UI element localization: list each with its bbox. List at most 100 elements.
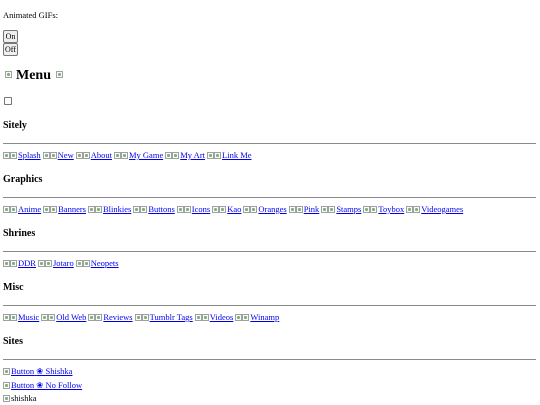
- section-links-misc: Music Old Web Reviews Tumblr Tags Videos Wina…: [3, 312, 281, 322]
- nav-link-about[interactable]: About: [75, 150, 112, 160]
- site-entry: Button ❀ Shishka: [3, 366, 72, 377]
- nav-link-ddr[interactable]: DDR: [3, 258, 36, 268]
- nav-link-jotaro[interactable]: Jotaro: [37, 258, 74, 268]
- broken-image-icon: [172, 152, 180, 159]
- broken-image-icon: [406, 206, 414, 213]
- broken-image-icon: [194, 314, 202, 321]
- nav-link-label: Oranges: [258, 204, 287, 214]
- nav-link-label: Blinkies: [103, 204, 132, 214]
- section-divider: [3, 305, 536, 306]
- gifs-on-button[interactable]: On: [3, 30, 18, 43]
- nav-link-label: Jotaro: [52, 258, 74, 268]
- nav-link-label: Splash: [18, 150, 41, 160]
- broken-image-icon: [95, 206, 102, 213]
- nav-link-toybox[interactable]: Toybox: [363, 204, 404, 214]
- broken-image-icon: [113, 152, 121, 159]
- broken-image-icon: [10, 206, 17, 213]
- nav-link-winamp[interactable]: Winamp: [235, 312, 279, 322]
- nav-link-label: Link Me: [222, 150, 252, 160]
- site-button-alt: Button: [11, 380, 35, 390]
- nav-link-link-me[interactable]: Link Me: [207, 150, 252, 160]
- nav-link-videos[interactable]: Videos: [194, 312, 233, 322]
- nav-link-label: Toybox: [378, 204, 405, 214]
- nav-link-label: Stamps: [336, 204, 362, 214]
- nav-link-label: DDR: [18, 258, 36, 268]
- nav-link-oranges[interactable]: Oranges: [243, 204, 287, 214]
- broken-image-icon: [133, 206, 141, 213]
- broken-image-icon: [10, 260, 17, 267]
- broken-image-icon: [214, 152, 222, 159]
- nav-link-my-game[interactable]: My Game: [113, 150, 164, 160]
- broken-image-icon: [212, 206, 220, 213]
- broken-image-icon: [413, 206, 421, 213]
- broken-image-icon: [363, 206, 371, 213]
- nav-link-label: Pink: [303, 204, 320, 214]
- menu-title: Menu: [16, 68, 51, 83]
- nav-link-kao[interactable]: Kao: [212, 204, 241, 214]
- nav-link-label: Anime: [18, 204, 42, 214]
- section-heading-sites: Sites: [3, 336, 23, 347]
- site-entry: shishka: [3, 393, 37, 403]
- nav-link-tumblr-tags[interactable]: Tumblr Tags: [134, 312, 193, 322]
- broken-image-icon: [370, 206, 378, 213]
- broken-image-icon: [183, 206, 191, 213]
- nav-link-label: Banners: [58, 204, 86, 214]
- nav-link-old-web[interactable]: Old Web: [41, 312, 86, 322]
- broken-image-icon: [219, 206, 227, 213]
- broken-image-icon: [37, 260, 45, 267]
- section-divider: [3, 359, 536, 360]
- nav-link-icons[interactable]: Icons: [176, 204, 211, 214]
- broken-image-icon: [82, 152, 90, 159]
- nav-link-music[interactable]: Music: [3, 312, 39, 322]
- broken-image-icon: [295, 206, 303, 213]
- nav-link-label: Winamp: [250, 312, 280, 322]
- broken-image-icon: [134, 314, 142, 321]
- broken-image-icon: [88, 206, 95, 213]
- nav-link-banners[interactable]: Banners: [43, 204, 86, 214]
- section-divider: [3, 197, 536, 198]
- broken-image-icon: [3, 152, 10, 159]
- broken-image-icon: [207, 152, 215, 159]
- nav-link-my-art[interactable]: My Art: [165, 150, 205, 160]
- broken-image-icon: [44, 260, 52, 267]
- nav-link-stamps[interactable]: Stamps: [321, 204, 361, 214]
- nav-link-label: About: [90, 150, 112, 160]
- nav-link-anime[interactable]: Anime: [3, 204, 41, 214]
- nav-link-label: New: [57, 150, 74, 160]
- broken-image-icon: [242, 314, 250, 321]
- site-image-alt: shishka: [11, 393, 37, 403]
- nav-link-buttons[interactable]: Buttons: [133, 204, 175, 214]
- broken-image-icon: [10, 314, 17, 321]
- nav-link-label: My Game: [128, 150, 164, 160]
- broken-image-icon: [10, 152, 17, 159]
- menu-title-row: Menu: [3, 68, 67, 84]
- nav-link-label: Videogames: [421, 204, 464, 214]
- nav-link-label: Icons: [191, 204, 211, 214]
- menu-toggle-checkbox[interactable]: [4, 97, 12, 105]
- nav-link-label: Kao: [227, 204, 242, 214]
- section-links-sitely: Splash New About My Game My Art Link Me: [3, 150, 254, 160]
- site-button-link[interactable]: Button ❀ No Follow: [11, 380, 82, 390]
- broken-image-icon: [3, 382, 10, 389]
- broken-image-icon: [3, 395, 10, 402]
- section-heading-sitely: Sitely: [3, 120, 27, 131]
- broken-image-icon: [82, 260, 90, 267]
- gifs-off-button[interactable]: Off: [3, 43, 18, 56]
- broken-image-icon: [176, 206, 184, 213]
- site-button-alt: Button: [11, 366, 35, 376]
- broken-image-icon: [75, 152, 83, 159]
- nav-link-label: Tumblr Tags: [149, 312, 193, 322]
- broken-image-icon: [3, 314, 10, 321]
- nav-link-splash[interactable]: Splash: [3, 150, 41, 160]
- nav-link-neopets[interactable]: Neopets: [75, 258, 119, 268]
- broken-image-icon: [120, 152, 128, 159]
- nav-link-reviews[interactable]: Reviews: [88, 312, 133, 322]
- nav-link-new[interactable]: New: [42, 150, 74, 160]
- nav-link-videogames[interactable]: Videogames: [406, 204, 463, 214]
- broken-image-icon: [3, 260, 10, 267]
- site-button-link[interactable]: Button ❀ Shishka: [11, 366, 72, 376]
- nav-link-label: Neopets: [90, 258, 119, 268]
- nav-link-pink[interactable]: Pink: [288, 204, 320, 214]
- nav-link-blinkies[interactable]: Blinkies: [88, 204, 131, 214]
- broken-image-icon: [49, 152, 57, 159]
